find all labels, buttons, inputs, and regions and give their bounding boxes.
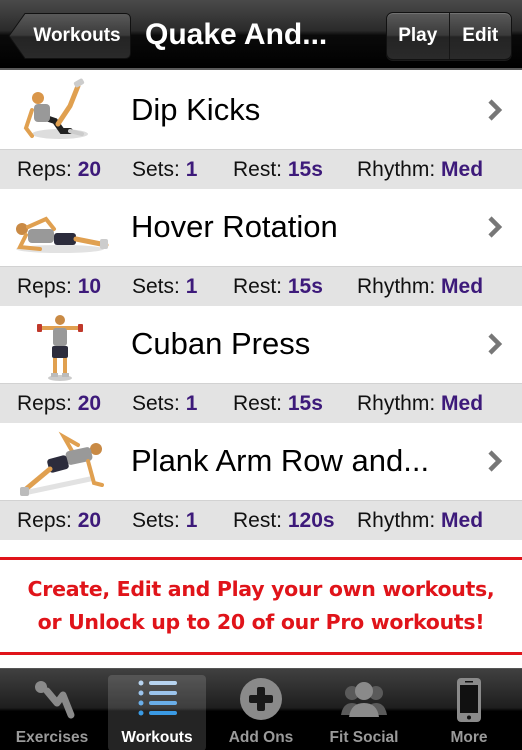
tab-add-ons[interactable]: Add Ons bbox=[212, 675, 310, 750]
rhythm-stat: Rhythm: Med bbox=[357, 509, 484, 532]
chevron-right-icon bbox=[488, 216, 503, 238]
exercise-row-cell[interactable]: Dip Kicks bbox=[0, 72, 522, 149]
rhythm-stat: Rhythm: Med bbox=[357, 158, 484, 181]
exercise-name: Hover Rotation bbox=[131, 209, 338, 244]
tab-exercises[interactable]: Exercises bbox=[3, 675, 101, 750]
reps-stat: Reps: 10 bbox=[17, 275, 102, 298]
tab-fit-social[interactable]: Fit Social bbox=[315, 675, 413, 750]
tab-label: More bbox=[450, 729, 488, 746]
exercise-row: Cuban Press Reps: 20 Sets: 1 Rest: 15s R… bbox=[0, 306, 522, 423]
standing-dumbbell-figure-icon bbox=[37, 315, 83, 381]
situp-figure-icon bbox=[35, 681, 75, 719]
rhythm-stat: Rhythm: Med bbox=[357, 392, 484, 415]
rest-stat: Rest: 15s bbox=[233, 275, 323, 298]
back-button-workouts[interactable]: Workouts bbox=[8, 12, 132, 60]
phone-icon bbox=[457, 678, 481, 722]
navigation-bar: Workouts Quake And... Play Edit bbox=[0, 0, 522, 70]
sets-stat: Sets: 1 bbox=[132, 275, 198, 298]
play-edit-segmented-control: Play Edit bbox=[386, 12, 512, 60]
sets-stat: Sets: 1 bbox=[132, 158, 198, 181]
tab-bar: Exercises Workouts Add Ons Fit Social Mo… bbox=[0, 668, 522, 750]
play-button[interactable]: Play bbox=[387, 13, 450, 59]
exercise-name: Cuban Press bbox=[131, 326, 311, 361]
promo-line-1: Create, Edit and Play your own workouts, bbox=[27, 577, 495, 601]
chevron-right-icon bbox=[488, 99, 503, 121]
rest-stat: Rest: 15s bbox=[233, 392, 323, 415]
people-icon bbox=[341, 682, 387, 717]
list-icon bbox=[138, 680, 177, 716]
edit-button[interactable]: Edit bbox=[450, 13, 512, 59]
exercise-stats: Reps: 20 Sets: 1 Rest: 15s Rhythm: Med bbox=[0, 383, 522, 423]
plus-circle-icon bbox=[240, 678, 282, 720]
rest-stat: Rest: 120s bbox=[233, 509, 335, 532]
chevron-right-icon bbox=[488, 450, 503, 472]
reps-stat: Reps: 20 bbox=[17, 158, 102, 181]
promo-banner[interactable]: Create, Edit and Play your own workouts,… bbox=[0, 557, 522, 655]
sets-stat: Sets: 1 bbox=[132, 392, 198, 415]
exercise-row-cell[interactable]: Hover Rotation bbox=[0, 189, 522, 266]
dip-kicks-figure-icon bbox=[23, 78, 88, 139]
page-title: Quake And... bbox=[145, 18, 328, 51]
exercise-list: Dip Kicks Reps: 20 Sets: 1 Rest: 15s Rhy… bbox=[0, 72, 522, 540]
exercise-stats: Reps: 10 Sets: 1 Rest: 15s Rhythm: Med bbox=[0, 266, 522, 306]
plank-row-figure-icon bbox=[20, 431, 104, 496]
exercise-row: Dip Kicks Reps: 20 Sets: 1 Rest: 15s Rhy… bbox=[0, 72, 522, 189]
exercise-row: Plank Arm Row and... Reps: 20 Sets: 1 Re… bbox=[0, 423, 522, 540]
tab-label: Workouts bbox=[121, 729, 193, 746]
tab-label: Fit Social bbox=[329, 729, 399, 746]
tab-label: Exercises bbox=[15, 729, 89, 746]
exercise-name: Dip Kicks bbox=[131, 92, 261, 127]
chevron-right-icon bbox=[488, 333, 503, 355]
side-plank-figure-icon bbox=[16, 216, 109, 253]
exercise-row-cell[interactable]: Plank Arm Row and... bbox=[0, 423, 522, 500]
exercise-name: Plank Arm Row and... bbox=[131, 443, 430, 478]
exercise-stats: Reps: 20 Sets: 1 Rest: 15s Rhythm: Med bbox=[0, 149, 522, 189]
tab-label: Add Ons bbox=[228, 729, 294, 746]
reps-stat: Reps: 20 bbox=[17, 509, 102, 532]
back-button-label: Workouts bbox=[33, 25, 121, 46]
exercise-row-cell[interactable]: Cuban Press bbox=[0, 306, 522, 383]
tab-more[interactable]: More bbox=[420, 675, 518, 750]
sets-stat: Sets: 1 bbox=[132, 509, 198, 532]
exercise-stats: Reps: 20 Sets: 1 Rest: 120s Rhythm: Med bbox=[0, 500, 522, 540]
promo-line-2: or Unlock up to 20 of our Pro workouts! bbox=[37, 610, 485, 634]
rest-stat: Rest: 15s bbox=[233, 158, 323, 181]
reps-stat: Reps: 20 bbox=[17, 392, 102, 415]
exercise-row: Hover Rotation Reps: 10 Sets: 1 Rest: 15… bbox=[0, 189, 522, 306]
tab-workouts[interactable]: Workouts bbox=[108, 675, 206, 750]
rhythm-stat: Rhythm: Med bbox=[357, 275, 484, 298]
